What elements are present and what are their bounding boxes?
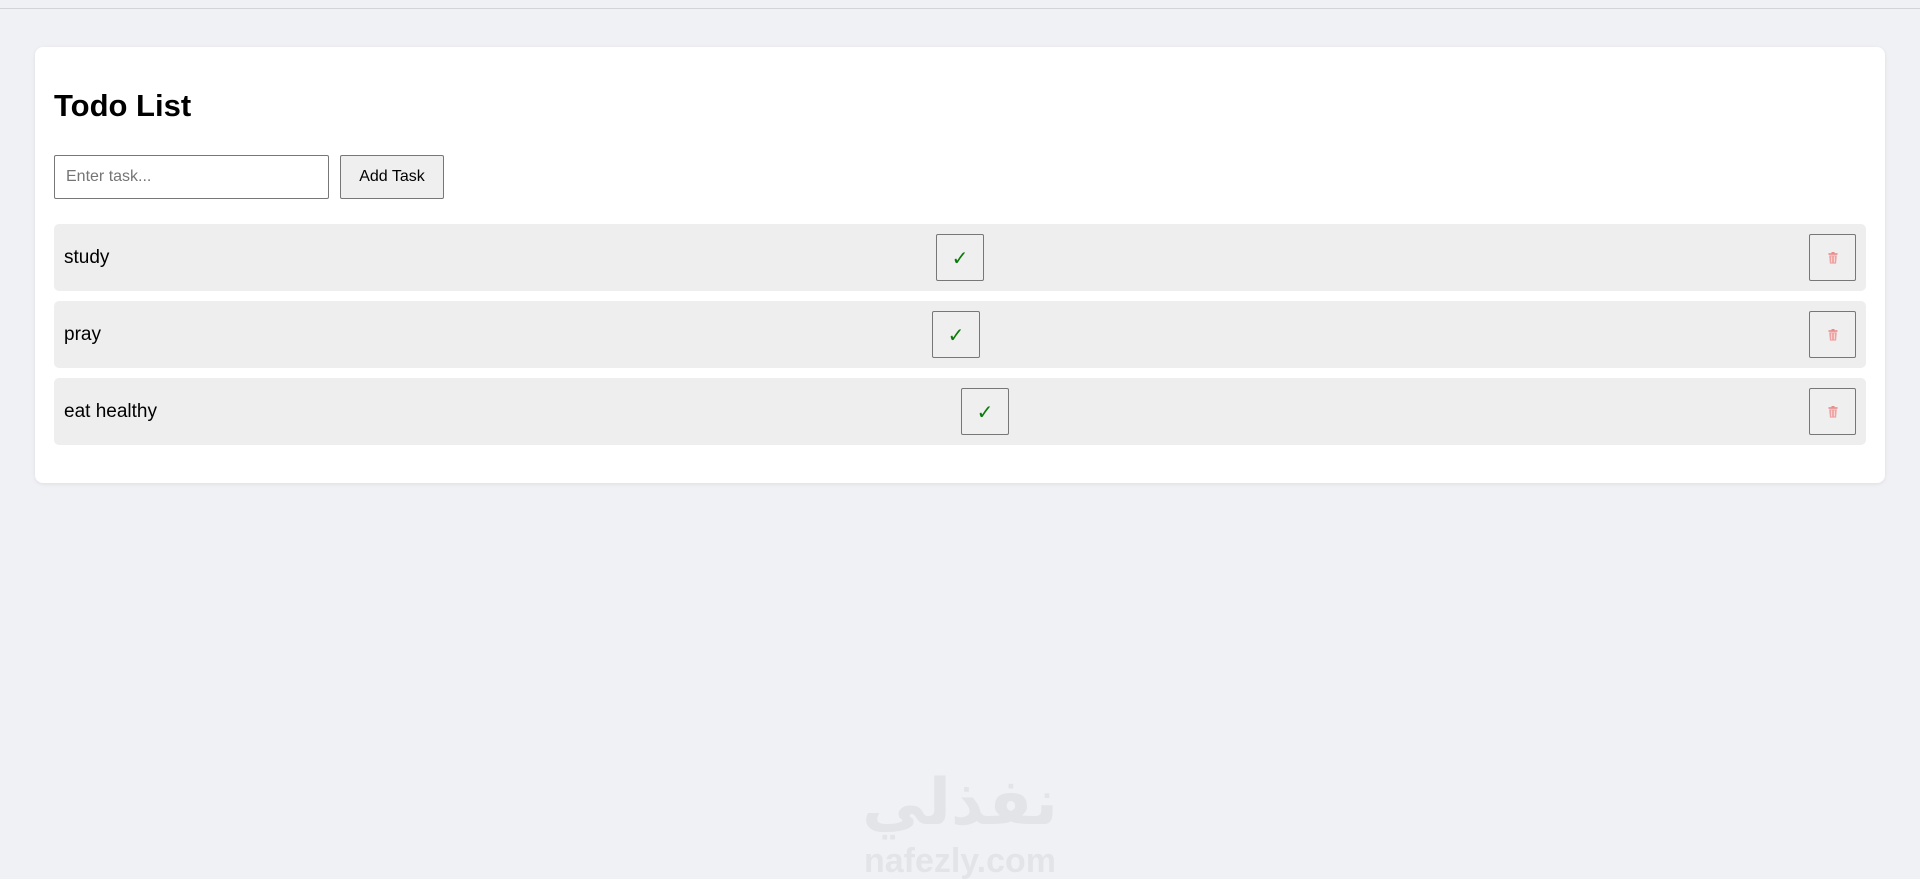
complete-task-button[interactable]: ✓ xyxy=(932,311,980,358)
nafezly-watermark-logo: نفذلي nafezly.com xyxy=(862,766,1058,879)
delete-task-button[interactable] xyxy=(1809,388,1856,435)
task-text: pray xyxy=(64,324,101,345)
task-item: study ✓ xyxy=(54,224,1866,291)
task-item: pray ✓ xyxy=(54,301,1866,368)
watermark-arabic-text: نفذلي xyxy=(862,766,1058,840)
task-input[interactable] xyxy=(54,155,329,199)
add-task-button[interactable]: Add Task xyxy=(340,155,444,199)
trash-icon xyxy=(1828,328,1837,341)
task-text: eat healthy xyxy=(64,401,157,422)
checkmark-icon: ✓ xyxy=(947,322,965,347)
complete-task-button[interactable]: ✓ xyxy=(936,234,984,281)
delete-task-button[interactable] xyxy=(1809,234,1856,281)
watermark-latin-text: nafezly.com xyxy=(864,842,1056,879)
task-text: study xyxy=(64,247,110,268)
trash-icon xyxy=(1828,251,1837,264)
trash-icon xyxy=(1828,405,1837,418)
checkmark-icon: ✓ xyxy=(951,245,969,270)
task-item: eat healthy ✓ xyxy=(54,378,1866,445)
task-list: study ✓ pray ✓ eat healthy ✓ xyxy=(54,224,1866,455)
checkmark-icon: ✓ xyxy=(976,399,994,424)
page-title: Todo List xyxy=(54,88,192,123)
complete-task-button[interactable]: ✓ xyxy=(961,388,1009,435)
delete-task-button[interactable] xyxy=(1809,311,1856,358)
top-border-line xyxy=(0,8,1920,9)
